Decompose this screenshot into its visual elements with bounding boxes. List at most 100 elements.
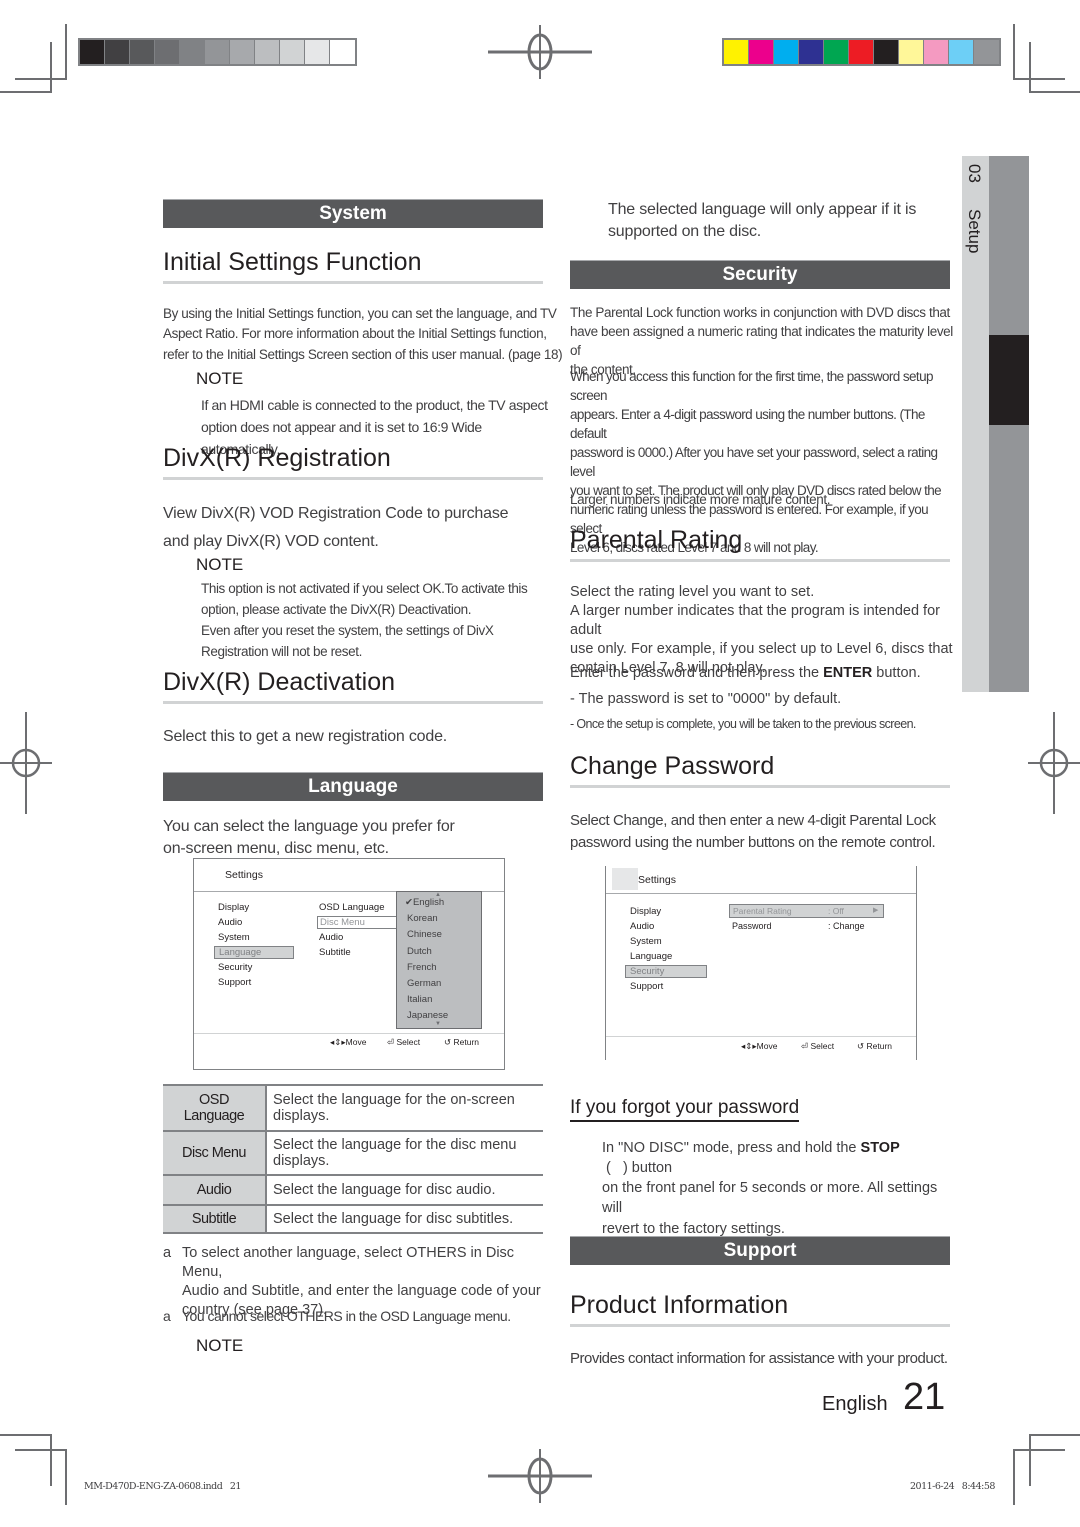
table-row: Disc Menu Select the language for the di… — [163, 1130, 543, 1175]
bullet-item: a You cannot select OTHERS in the OSD La… — [163, 1308, 511, 1324]
system-section-banner: System — [163, 199, 543, 228]
submenu-osd-language[interactable]: OSD Language — [319, 902, 385, 913]
menu-language-selected[interactable]: Language — [214, 946, 294, 959]
color-swatch — [255, 40, 280, 64]
support-section-banner: Support — [570, 1236, 950, 1265]
return-hint: ↺ Return — [857, 1041, 892, 1051]
color-swatch — [105, 40, 130, 64]
menu-system[interactable]: System — [218, 932, 250, 943]
process-color-bar — [722, 38, 1001, 66]
setup-complete-note: - Once the setup is complete, you will b… — [570, 717, 916, 731]
bullet-marker: a — [163, 1245, 172, 1261]
slug-timestamp: 2011-6-24 8:44:58 — [910, 1481, 995, 1492]
color-swatch — [80, 40, 105, 64]
arrow-keys-icon: ◂⇕▸ — [330, 1037, 346, 1047]
screen-title: Settings — [638, 874, 676, 886]
initial-settings-heading: Initial Settings Function — [163, 248, 543, 284]
color-swatch — [874, 40, 899, 64]
language-option[interactable]: Chinese — [407, 929, 442, 940]
note-label: NOTE — [196, 1336, 244, 1355]
table-desc: Select the language for the disc menu dis… — [266, 1130, 543, 1175]
table-key: Subtitle — [163, 1204, 267, 1234]
color-swatch — [155, 40, 180, 64]
menu-audio[interactable]: Audio — [630, 921, 654, 932]
language-options-table: OSD Language Select the language for the… — [163, 1084, 543, 1234]
language-option[interactable]: ✔English — [405, 897, 444, 908]
divx-deactivation-heading: DivX(R) Deactivation — [163, 668, 543, 704]
select-hint: ⏎ Select — [387, 1037, 421, 1047]
divx-registration-heading: DivX(R) Registration — [163, 444, 543, 480]
color-swatch — [924, 40, 949, 64]
note-label: NOTE — [196, 369, 244, 388]
enter-password-instruction: Enter the password and then press the EN… — [570, 665, 921, 681]
language-dropdown-list[interactable]: ▲ ✔English Korean Chinese Dutch French G… — [396, 891, 482, 1029]
default-password-note: - The password is set to "0000" by defau… — [570, 691, 842, 707]
parental-rating-row[interactable]: Parental Rating : Off ▶ — [729, 904, 884, 918]
footer-language: English — [822, 1393, 888, 1415]
color-swatch — [180, 40, 205, 64]
scroll-down-arrow-icon[interactable]: ▼ — [435, 1021, 441, 1027]
divx-registration-body: View DivX(R) VOD Registration Code to pu… — [163, 505, 509, 550]
table-key: OSD Language — [163, 1084, 267, 1131]
parental-rating-heading: Parental Rating — [570, 526, 950, 562]
security-section-banner: Security — [570, 260, 950, 289]
menu-display[interactable]: Display — [630, 906, 661, 917]
product-information-body: Provides contact information for assista… — [570, 1350, 948, 1367]
menu-security[interactable]: Security — [218, 962, 252, 973]
stop-key-label: STOP — [860, 1140, 900, 1156]
color-swatch — [749, 40, 774, 64]
submenu-subtitle[interactable]: Subtitle — [319, 947, 351, 958]
color-swatch — [305, 40, 330, 64]
checkmark-icon: ✔ — [405, 897, 413, 908]
language-option[interactable]: Italian — [407, 994, 432, 1005]
registration-mark-top-icon — [488, 25, 592, 79]
return-hint: ↺ Return — [444, 1037, 479, 1047]
table-desc: Select the language for disc audio. — [266, 1174, 543, 1205]
table-row: OSD Language Select the language for the… — [163, 1084, 543, 1131]
menu-support[interactable]: Support — [218, 977, 251, 988]
menu-support[interactable]: Support — [630, 981, 663, 992]
bullet-marker: a — [163, 1308, 171, 1324]
forgot-password-heading: If you forgot your password — [570, 1097, 800, 1122]
table-key: Disc Menu — [163, 1130, 267, 1175]
table-key: Audio — [163, 1174, 267, 1205]
language-option[interactable]: Dutch — [407, 946, 432, 957]
move-hint: ◂⇕▸Move — [330, 1037, 367, 1047]
color-swatch — [824, 40, 849, 64]
table-desc: Select the language for the on-screen dis… — [266, 1084, 543, 1131]
color-swatch — [724, 40, 749, 64]
initial-settings-body: By using the Initial Settings function, … — [163, 306, 563, 362]
product-information-heading: Product Information — [570, 1291, 950, 1327]
language-option[interactable]: German — [407, 978, 441, 989]
registration-mark-right-icon — [1028, 712, 1080, 814]
change-password-heading: Change Password — [570, 752, 950, 788]
divx-registration-note: This option is not activated if you sele… — [201, 581, 528, 659]
submenu-audio[interactable]: Audio — [319, 932, 343, 943]
language-intro: You can select the language you prefer f… — [163, 818, 455, 857]
chapter-title: Setup — [965, 209, 984, 254]
color-swatch — [230, 40, 255, 64]
chevron-right-icon: ▶ — [873, 907, 879, 914]
language-option[interactable]: Japanese — [407, 1010, 448, 1021]
registration-mark-bottom-icon — [488, 1449, 592, 1503]
table-row: Subtitle Select the language for disc su… — [163, 1204, 543, 1234]
color-swatch — [280, 40, 305, 64]
table-desc: Select the language for disc subtitles. — [266, 1204, 543, 1234]
menu-system[interactable]: System — [630, 936, 662, 947]
page-number: 21 — [903, 1376, 946, 1418]
menu-language[interactable]: Language — [630, 951, 672, 962]
menu-audio[interactable]: Audio — [218, 917, 242, 928]
parental-rating-body: Select the rating level you want to set.… — [570, 584, 953, 676]
color-swatch — [330, 40, 355, 64]
menu-display[interactable]: Display — [218, 902, 249, 913]
submenu-disc-menu-selected[interactable]: Disc Menu — [317, 916, 399, 929]
divx-deactivation-body: Select this to get a new registration co… — [163, 728, 448, 745]
menu-security-selected[interactable]: Security — [625, 965, 707, 978]
language-option[interactable]: Korean — [407, 913, 438, 924]
move-hint: ◂⇕▸Move — [741, 1041, 778, 1051]
arrow-keys-icon: ◂⇕▸ — [741, 1041, 757, 1051]
language-section-banner: Language — [163, 772, 543, 801]
language-option[interactable]: French — [407, 962, 437, 973]
security-settings-screen: Settings Display Audio System Language S… — [605, 866, 917, 1060]
select-hint: ⏎ Select — [801, 1041, 835, 1051]
